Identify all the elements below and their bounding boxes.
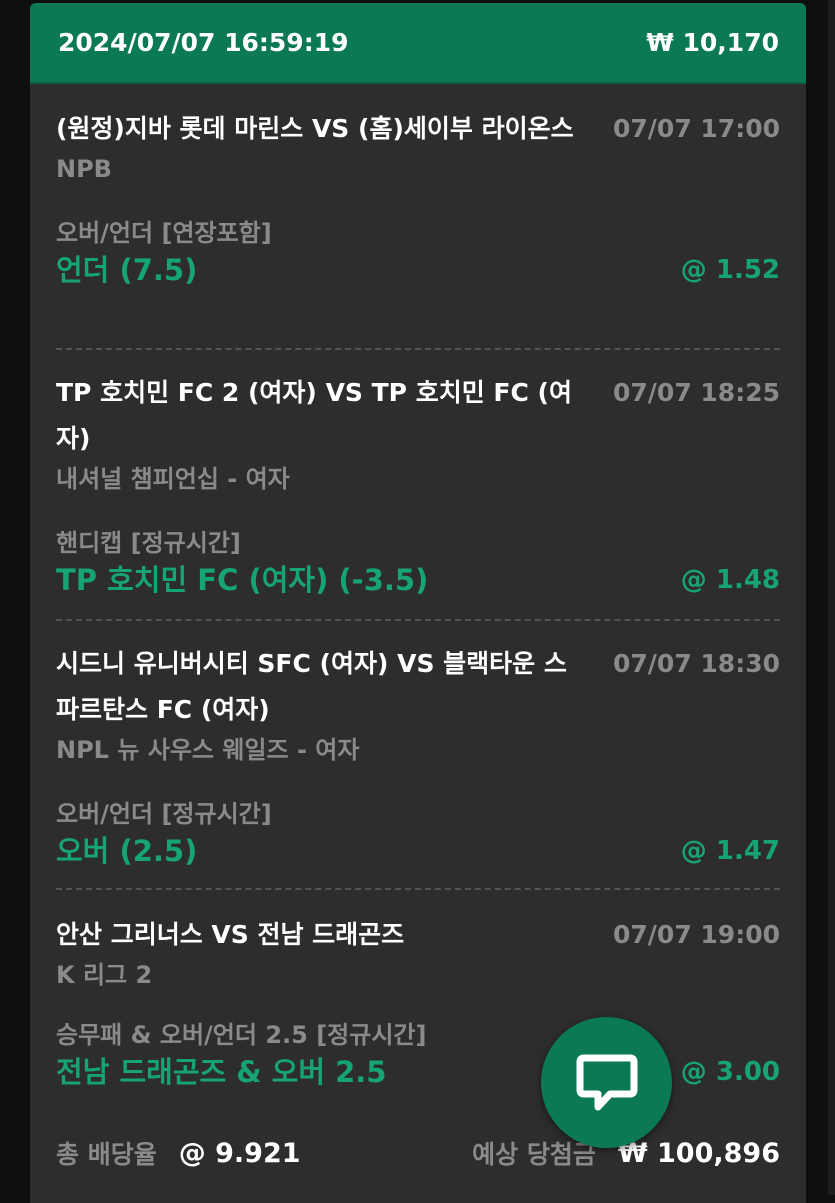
league-name: NPB [56, 155, 112, 183]
match-name: TP 호치민 FC 2 (여자) VS TP 호치민 FC (여자) [56, 378, 572, 453]
match-time: 07/07 19:00 [613, 920, 780, 949]
expected-win-value: ₩ 100,896 [617, 1137, 780, 1169]
pick-odds: @ 1.48 [680, 565, 780, 595]
match-name: 시드니 유니버시티 SFC (여자) VS 블랙타운 스파르탄스 FC (여자) [56, 649, 567, 724]
pick-selection: 언더 (7.5) [56, 253, 198, 287]
bet-slip-header: 2024/07/07 16:59:19 ₩ 10,170 [30, 3, 806, 84]
match-time: 07/07 18:30 [613, 649, 780, 678]
match-time: 07/07 18:25 [613, 378, 780, 407]
pick-odds: @ 1.47 [680, 836, 780, 866]
match-time: 07/07 17:00 [613, 114, 780, 143]
total-odds-value: @ 9.921 [178, 1137, 301, 1169]
market-name: 핸디캡 [정규시간] [56, 529, 241, 557]
chat-bubble-icon [576, 1054, 637, 1110]
bet-item: TP 호치민 FC 2 (여자) VS TP 호치민 FC (여자) 07/07… [56, 350, 780, 621]
pick-odds: @ 3.00 [680, 1057, 780, 1087]
league-name: NPL 뉴 사우스 웨일즈 - 여자 [56, 736, 360, 764]
pick-selection: TP 호치민 FC (여자) (-3.5) [56, 563, 429, 597]
bet-datetime: 2024/07/07 16:59:19 [58, 28, 349, 57]
market-name: 오버/언더 [정규시간] [56, 800, 272, 828]
bet-amount: ₩ 10,170 [646, 28, 779, 57]
scroll-edge [828, 0, 835, 1195]
bet-summary: 총 배당율 @ 9.921 예상 당첨금 ₩ 100,896 [56, 1135, 780, 1171]
match-name: (원정)지바 롯데 마린스 VS (홈)세이부 라이온스 [56, 114, 574, 143]
total-odds-label: 총 배당율 [56, 1140, 157, 1169]
match-name: 안산 그리너스 VS 전남 드래곤즈 [56, 920, 405, 949]
chat-button[interactable] [541, 1017, 672, 1148]
market-name: 승무패 & 오버/언더 2.5 [정규시간] [56, 1021, 427, 1049]
bet-item: (원정)지바 롯데 마린스 VS (홈)세이부 라이온스 07/07 17:00… [56, 84, 780, 350]
league-name: K 리그 2 [56, 961, 153, 989]
bet-slip-card: 2024/07/07 16:59:19 ₩ 10,170 (원정)지바 롯데 마… [30, 3, 806, 1203]
market-name: 오버/언더 [연장포함] [56, 219, 272, 247]
pick-odds: @ 1.52 [680, 255, 780, 285]
bet-item: 시드니 유니버시티 SFC (여자) VS 블랙타운 스파르탄스 FC (여자)… [56, 621, 780, 890]
bet-item: 안산 그리너스 VS 전남 드래곤즈 07/07 19:00 K 리그 2 승무… [56, 890, 780, 1092]
pick-selection: 전남 드래곤즈 & 오버 2.5 [56, 1055, 387, 1089]
league-name: 내셔널 챔피언십 - 여자 [56, 465, 290, 493]
pick-selection: 오버 (2.5) [56, 834, 198, 868]
